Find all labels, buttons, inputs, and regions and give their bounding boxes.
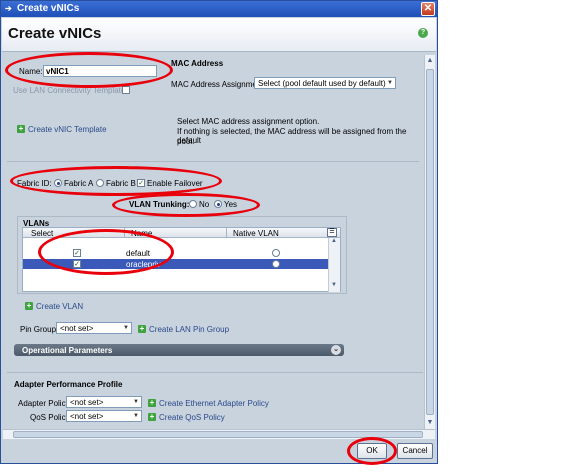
adapter-policy-value: <not set> xyxy=(70,398,104,407)
create-qos-policy-link[interactable]: Create QoS Policy xyxy=(159,413,225,422)
vertical-scrollbar[interactable]: ▲ ▼ xyxy=(424,55,435,429)
name-field[interactable]: vNIC1 xyxy=(43,65,157,77)
title-bar[interactable]: ➔ Create vNICs ✕ xyxy=(1,1,437,17)
plus-icon: + xyxy=(138,324,146,333)
vlan-name: default xyxy=(126,249,151,258)
scroll-down-icon[interactable]: ▼ xyxy=(425,418,435,428)
scroll-up-icon[interactable]: ▲ xyxy=(425,56,435,66)
vlan-name: oraclepriv xyxy=(126,260,161,269)
scroll-down-icon[interactable]: ▼ xyxy=(331,282,337,288)
expand-icon[interactable]: ⌄ xyxy=(331,345,341,355)
column-divider xyxy=(124,228,125,238)
operational-parameters-title: Operational Parameters xyxy=(22,346,113,355)
vlan-select-checkbox[interactable]: ✓ xyxy=(73,249,81,257)
close-icon[interactable]: ✕ xyxy=(421,2,435,16)
window-arrow-icon: ➔ xyxy=(5,4,12,13)
help-icon[interactable]: ? xyxy=(418,28,428,38)
vlan-trunking-no-label: No xyxy=(199,200,210,209)
name-value: vNIC1 xyxy=(46,67,69,76)
scrollbar-thumb[interactable] xyxy=(426,69,434,415)
mac-panel: MAC Address MAC Address Assignment: Sele… xyxy=(167,57,419,153)
create-ethernet-adapter-policy-link[interactable]: Create Ethernet Adapter Policy xyxy=(159,399,269,408)
fabric-b-label: Fabric B xyxy=(106,179,136,188)
scrollbar-thumb[interactable] xyxy=(13,431,423,438)
divider xyxy=(7,161,419,162)
table-row[interactable]: ✓ default xyxy=(23,248,328,258)
enable-failover-label: Enable Failover xyxy=(147,179,203,188)
chevron-down-icon: ▼ xyxy=(133,413,139,419)
vlan-trunking-yes-label: Yes xyxy=(224,200,238,209)
template-checkbox[interactable] xyxy=(122,86,130,94)
chevron-down-icon: ▼ xyxy=(387,80,393,86)
chevron-down-icon: ▼ xyxy=(123,325,129,331)
create-lan-pin-group-link[interactable]: Create LAN Pin Group xyxy=(149,325,229,334)
table-row[interactable]: ✓ oraclepriv xyxy=(23,259,328,269)
column-header-native-vlan[interactable]: Native VLAN xyxy=(233,229,279,238)
ok-button[interactable]: OK xyxy=(357,443,387,459)
create-vlan-link[interactable]: Create VLAN xyxy=(36,302,83,311)
horizontal-scrollbar[interactable] xyxy=(3,429,435,439)
pin-group-value: <not set> xyxy=(60,324,94,333)
mac-section-title: MAC Address xyxy=(171,59,224,68)
vlan-trunking-no-radio[interactable] xyxy=(189,200,197,208)
plus-icon: + xyxy=(25,301,33,310)
page-title: Create vNICs xyxy=(8,25,102,42)
column-header-name[interactable]: Name xyxy=(131,229,152,238)
scroll-up-icon[interactable]: ▲ xyxy=(331,238,337,244)
divider xyxy=(7,372,423,373)
mac-help-line-1: Select MAC address assignment option. xyxy=(177,117,320,126)
mac-help-line-3: pool. xyxy=(177,137,195,146)
cancel-button[interactable]: Cancel xyxy=(397,443,433,459)
adapter-policy-label: Adapter Policy: xyxy=(18,399,72,408)
plus-icon: + xyxy=(148,398,156,407)
column-divider xyxy=(226,228,227,238)
adapter-section-title: Adapter Performance Profile xyxy=(14,380,123,389)
table-scrollbar[interactable]: ▲ ▼ xyxy=(328,238,340,292)
pin-group-select[interactable]: <not set> ▼ xyxy=(56,322,132,334)
operational-parameters-panel[interactable]: Operational Parameters ⌄ xyxy=(14,344,344,356)
native-vlan-radio[interactable] xyxy=(272,260,280,268)
plus-icon: + xyxy=(148,412,156,421)
qos-policy-value: <not set> xyxy=(70,412,104,421)
fabric-b-radio[interactable] xyxy=(96,179,104,187)
header-pane: Create vNICs ? xyxy=(2,18,436,52)
mac-assignment-label: MAC Address Assignment: xyxy=(171,80,266,89)
native-vlan-radio[interactable] xyxy=(272,249,280,257)
mac-help-line-2: If nothing is selected, the MAC address … xyxy=(177,127,407,145)
fabric-a-radio[interactable] xyxy=(54,179,62,187)
mac-assignment-value: Select (pool default used by default) xyxy=(258,79,386,88)
enable-failover-checkbox[interactable]: ✓ xyxy=(137,179,145,187)
column-header-select[interactable]: Select xyxy=(31,229,53,238)
column-chooser-icon[interactable]: ☰ xyxy=(327,228,337,237)
vlan-table: Select Name Native VLAN ☰ ✓ default ✓ or… xyxy=(22,227,341,292)
chevron-down-icon: ▼ xyxy=(133,399,139,405)
adapter-policy-select[interactable]: <not set> ▼ xyxy=(66,396,142,408)
vlan-table-header: Select Name Native VLAN ☰ xyxy=(23,228,340,238)
create-vnic-template-link[interactable]: Create vNIC Template xyxy=(28,125,107,134)
fabric-id-label: Fabric ID: xyxy=(17,179,52,188)
fabric-a-label: Fabric A xyxy=(64,179,94,188)
pin-group-label: Pin Group: xyxy=(20,325,59,334)
name-label: Name: xyxy=(19,67,43,76)
identity-panel: Name: vNIC1 Use LAN Connectivity Templat… xyxy=(7,57,162,157)
window-title: Create vNICs xyxy=(17,3,80,14)
qos-policy-select[interactable]: <not set> ▼ xyxy=(66,410,142,422)
vlan-trunking-yes-radio[interactable] xyxy=(214,200,222,208)
mac-assignment-select[interactable]: Select (pool default used by default) ▼ xyxy=(254,77,396,89)
vlan-trunking-label: VLAN Trunking: xyxy=(129,200,190,209)
template-label: Use LAN Connectivity Template: xyxy=(13,86,128,95)
plus-icon: + xyxy=(17,124,25,133)
vlan-select-checkbox[interactable]: ✓ xyxy=(73,260,81,268)
